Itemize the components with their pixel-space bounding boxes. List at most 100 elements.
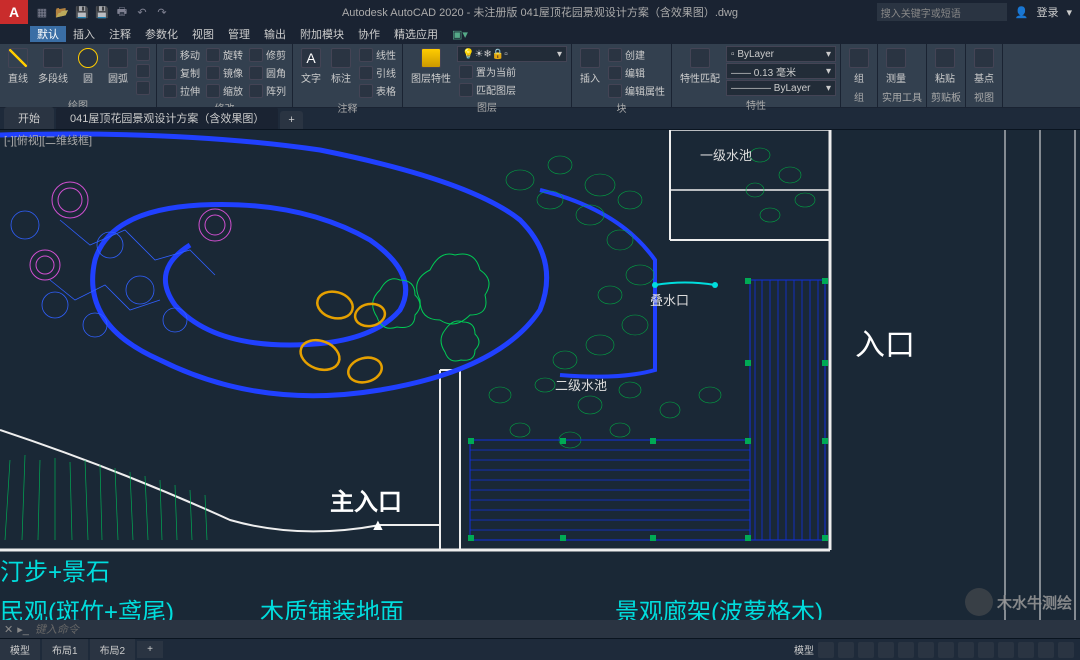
tab-layout1[interactable]: 布局1 [42, 639, 88, 660]
arc-button[interactable]: 圆弧 [104, 46, 132, 87]
new-icon[interactable]: ▦ [34, 4, 50, 20]
ortho-icon[interactable] [858, 642, 874, 658]
polyline-button[interactable]: 多段线 [34, 46, 72, 87]
user-icon[interactable]: 👤 [1015, 6, 1029, 19]
tab-annotate[interactable]: 注释 [102, 26, 138, 42]
tab-featured[interactable]: 精选应用 [387, 26, 445, 42]
ellipse-button[interactable] [134, 80, 152, 96]
tab-plus[interactable]: + [137, 641, 163, 658]
tab-parametric[interactable]: 参数化 [138, 26, 185, 42]
cycling-icon[interactable] [978, 642, 994, 658]
help-search[interactable]: 搜入关键字或短语 [877, 3, 1007, 21]
color-combo[interactable]: ▫ ByLayer▾ [726, 46, 836, 62]
view-label[interactable]: [-][俯视][二维线框] [4, 132, 92, 148]
otrack-icon[interactable] [918, 642, 934, 658]
array-button[interactable]: 阵列 [247, 82, 288, 99]
layer-combo[interactable]: 💡☀❄🔒▫▾ [457, 46, 567, 62]
status-model[interactable]: 模型 [794, 642, 814, 657]
fullscreen-icon[interactable] [1058, 642, 1074, 658]
lweight-icon[interactable] [938, 642, 954, 658]
polar-icon[interactable] [878, 642, 894, 658]
label-stepstone: 汀步+景石 [0, 559, 110, 586]
snap-icon[interactable] [838, 642, 854, 658]
window-title: Autodesk AutoCAD 2020 - 未注册版 041屋顶花园景观设计… [342, 4, 738, 20]
tab-start[interactable]: 开始 [4, 107, 54, 129]
edit-icon [608, 66, 622, 80]
rotate-button[interactable]: 旋转 [204, 46, 245, 63]
undo-icon[interactable]: ↶ [134, 4, 150, 20]
paste-icon [935, 48, 955, 68]
osnap-icon[interactable] [898, 642, 914, 658]
tab-manage[interactable]: 管理 [221, 26, 257, 42]
basepoint-button[interactable]: 基点 [970, 46, 998, 87]
tab-layout2[interactable]: 布局2 [90, 639, 136, 660]
fillet-button[interactable]: 圆角 [247, 64, 288, 81]
trim-icon [249, 48, 263, 62]
cmd-input[interactable]: 键入命令 [35, 621, 79, 637]
login-link[interactable]: 登录 [1036, 4, 1058, 20]
saveas-icon[interactable]: 💾 [94, 4, 110, 20]
tab-more-icon[interactable]: ▣▾ [445, 28, 475, 41]
app-logo[interactable]: A [0, 0, 28, 24]
move-button[interactable]: 移动 [161, 46, 202, 63]
tab-collab[interactable]: 协作 [351, 26, 387, 42]
dim-button[interactable]: 标注 [327, 46, 355, 87]
scale-button[interactable]: 缩放 [204, 82, 245, 99]
tab-default[interactable]: 默认 [30, 26, 66, 42]
layerprops-button[interactable]: 图层特性 [407, 46, 455, 87]
mirror-button[interactable]: 镜像 [204, 64, 245, 81]
editattr-button[interactable]: 编辑属性 [606, 82, 667, 99]
label-wood: 木质铺装地面 [260, 599, 404, 620]
insert-button[interactable]: 插入 [576, 46, 604, 87]
plot-icon[interactable]: 🖶 [114, 4, 130, 20]
transparency-icon[interactable] [958, 642, 974, 658]
lweight-combo[interactable]: —— 0.13 毫米▾ [726, 63, 836, 79]
scale-icon [206, 84, 220, 98]
copy-button[interactable]: 复制 [161, 64, 202, 81]
redo-icon[interactable]: ↷ [154, 4, 170, 20]
paste-button[interactable]: 粘贴 [931, 46, 959, 87]
save-icon[interactable]: 💾 [74, 4, 90, 20]
wechat-icon [965, 588, 993, 616]
leader-button[interactable]: 引线 [357, 64, 398, 81]
table-button[interactable]: 表格 [357, 82, 398, 99]
setcurrent-button[interactable]: 置为当前 [457, 63, 567, 80]
panel-clip-title: 剪贴板 [931, 88, 961, 105]
drawing-canvas[interactable]: [-][俯视][二维线框] [0, 130, 1080, 620]
tab-insert[interactable]: 插入 [66, 26, 102, 42]
edit-button[interactable]: 编辑 [606, 64, 667, 81]
command-line[interactable]: ✕ ▸_ 键入命令 [0, 620, 1080, 638]
workspace-icon[interactable] [1018, 642, 1034, 658]
line-icon [8, 48, 28, 68]
measure-button[interactable]: 测量 [882, 46, 910, 87]
dim-icon [331, 48, 351, 68]
linear-button[interactable]: 线性 [357, 46, 398, 63]
panel-props: 特性匹配 ▫ ByLayer▾ —— 0.13 毫米▾ ———— ByLayer… [672, 44, 841, 107]
grid-icon[interactable] [818, 642, 834, 658]
circle-button[interactable]: 圆 [74, 46, 102, 87]
stretch-button[interactable]: 拉伸 [161, 82, 202, 99]
tab-file[interactable]: 041屋顶花园景观设计方案（含效果图） [56, 107, 278, 129]
tab-output[interactable]: 输出 [257, 26, 293, 42]
tab-addins[interactable]: 附加模块 [293, 26, 351, 42]
text-button[interactable]: A文字 [297, 46, 325, 87]
open-icon[interactable]: 📂 [54, 4, 70, 20]
tab-add[interactable]: + [280, 111, 302, 129]
create-button[interactable]: 创建 [606, 46, 667, 63]
label-view: 民观(斑竹+鸢尾) [0, 599, 174, 620]
gear-icon[interactable] [1038, 642, 1054, 658]
annomonitor-icon[interactable] [998, 642, 1014, 658]
matchprops-button[interactable]: 特性匹配 [676, 46, 724, 87]
hatch-button[interactable] [134, 46, 152, 62]
ltype-combo[interactable]: ———— ByLayer▾ [726, 80, 836, 96]
group-button[interactable]: 组 [845, 46, 873, 87]
spline-button[interactable] [134, 63, 152, 79]
tab-model[interactable]: 模型 [0, 639, 40, 660]
matchlayer-button[interactable]: 匹配图层 [457, 81, 567, 98]
dropdown-icon[interactable]: ▾ [1066, 6, 1072, 19]
cmd-close-icon[interactable]: ✕ [4, 623, 13, 636]
trim-button[interactable]: 修剪 [247, 46, 288, 63]
tab-view[interactable]: 视图 [185, 26, 221, 42]
panel-basepoint: 基点 视图 [966, 44, 1003, 107]
line-button[interactable]: 直线 [4, 46, 32, 87]
